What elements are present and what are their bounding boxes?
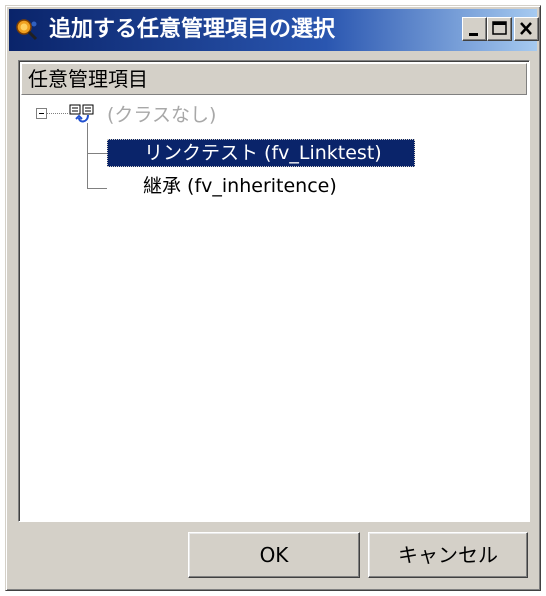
minimize-button[interactable] <box>462 17 487 41</box>
class-tree-icon <box>69 104 94 123</box>
close-icon <box>520 22 532 35</box>
tree-item-linktest[interactable]: リンクテスト (fv_Linktest) <box>107 139 415 167</box>
dialog-window: 追加する任意管理項目の選択 任意管理項目 (クラスなし) リンクテスト (fv_… <box>5 5 541 591</box>
maximize-button[interactable] <box>487 17 512 41</box>
collapse-toggle-icon <box>36 108 47 119</box>
item-list-panel[interactable]: 任意管理項目 (クラスなし) リンクテスト (fv_Linktest) 継承 (… <box>18 60 530 522</box>
window-title: 追加する任意管理項目の選択 <box>49 17 336 42</box>
close-button[interactable] <box>514 17 539 41</box>
minimize-icon <box>469 33 478 36</box>
cancel-button[interactable]: キャンセル <box>368 532 528 578</box>
tree-item-label: リンクテスト (fv_Linktest) <box>144 142 382 164</box>
maximize-icon <box>492 21 507 35</box>
app-magnifier-icon <box>16 19 38 41</box>
tree-item-inheritence[interactable]: 継承 (fv_inheritence) <box>143 174 337 198</box>
title-bar[interactable]: 追加する任意管理項目の選択 <box>9 9 539 51</box>
tree-root-label[interactable]: (クラスなし) <box>107 103 216 127</box>
ok-button[interactable]: OK <box>188 532 360 578</box>
